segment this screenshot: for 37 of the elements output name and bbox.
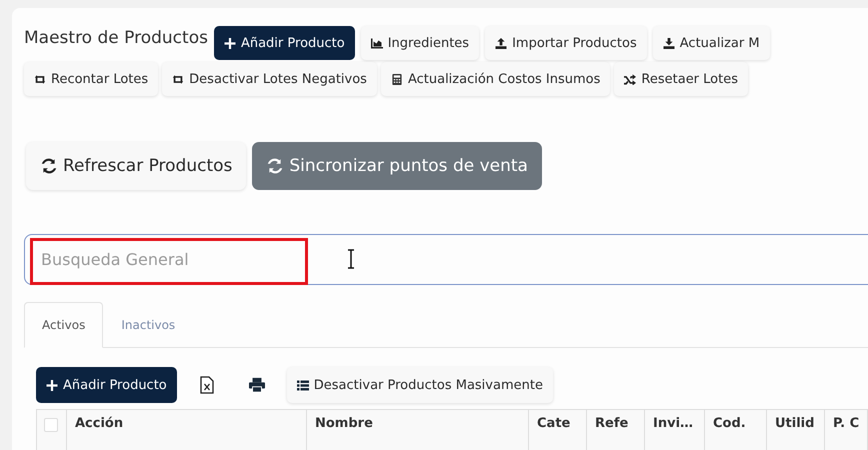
calculator-icon	[390, 74, 403, 84]
toolbar-button[interactable]: Recontar Lotes	[24, 62, 158, 96]
toolbar-button[interactable]: Ingredientes	[360, 26, 480, 60]
plus-icon	[46, 380, 58, 390]
column-header[interactable]: Acción	[66, 410, 306, 450]
search-field[interactable]: Busqueda General	[24, 234, 868, 285]
column-header[interactable]: Cate	[528, 410, 586, 450]
text-cursor-icon	[347, 249, 355, 269]
toolbar-button[interactable]: Importar Productos	[485, 26, 647, 60]
column-header[interactable]: Utilid	[766, 410, 824, 450]
list-icon	[296, 380, 309, 390]
sync-button[interactable]: Sincronizar puntos de venta	[252, 142, 542, 190]
refresh-icon	[266, 157, 284, 175]
refresh-icon	[40, 157, 58, 175]
column-header[interactable]: Cod.	[704, 410, 766, 450]
column-header[interactable]: Nombre	[306, 410, 528, 450]
sync-button[interactable]: Refrescar Productos	[26, 142, 246, 190]
excel-file-icon	[198, 376, 215, 394]
column-header[interactable]: P. C	[824, 410, 868, 450]
select-all-checkbox[interactable]	[44, 418, 58, 432]
toolbar-button[interactable]: Actualizar M	[652, 26, 770, 60]
deactivate-button[interactable]: Desactivar Productos Masivamente	[286, 367, 553, 403]
printer-icon	[248, 376, 265, 394]
upload-icon	[495, 38, 508, 48]
column-header[interactable]: Refe	[586, 410, 644, 450]
add-product-button[interactable]: Añadir Producto	[214, 26, 355, 60]
shuffle-icon	[624, 74, 636, 84]
toolbar-button[interactable]: Actualización Costos Insumos	[380, 62, 610, 96]
plus-icon	[224, 38, 236, 48]
toolbar-button[interactable]: Resetaer Lotes	[614, 62, 748, 96]
tab[interactable]: Activos	[24, 302, 104, 348]
column-header[interactable]: Invi…	[644, 410, 704, 450]
download-icon	[662, 38, 675, 48]
page-title: Maestro de Productos	[24, 28, 208, 48]
toolbar-button[interactable]: Desactivar Lotes Negativos	[162, 62, 377, 96]
add-product-button[interactable]: Añadir Producto	[36, 367, 177, 403]
chart-icon	[370, 38, 383, 48]
